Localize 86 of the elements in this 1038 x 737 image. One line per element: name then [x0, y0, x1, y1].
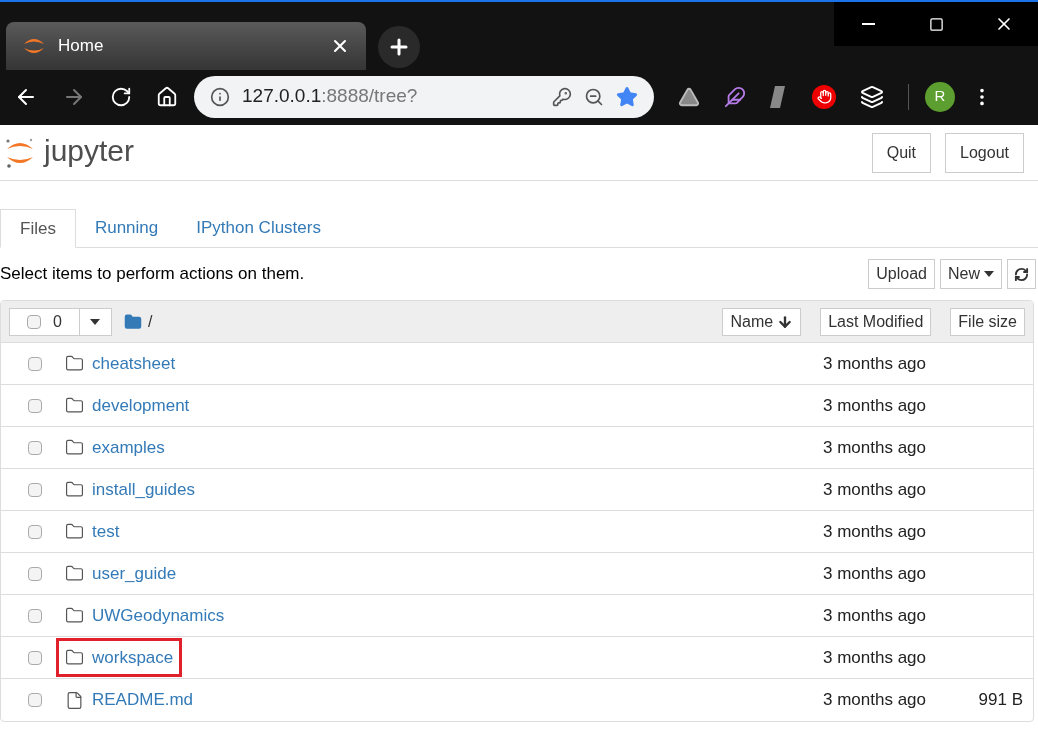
row-checkbox[interactable] [28, 566, 42, 581]
row-checkbox[interactable] [28, 398, 42, 413]
breadcrumb-path[interactable]: / [147, 309, 153, 334]
file-row[interactable]: cheatsheet 3 months ago [1, 343, 1033, 385]
size-cell-text: 991 B [977, 689, 1023, 712]
folder-icon [65, 438, 84, 457]
folder-icon [65, 522, 84, 541]
folder-icon [65, 648, 84, 667]
modified-cell-text: 3 months ago [823, 646, 926, 669]
modified-cell-text: 3 months ago [823, 562, 926, 585]
row-checkbox[interactable] [28, 482, 42, 497]
file-link[interactable]: user_guide [92, 560, 177, 587]
layers-icon[interactable] [860, 84, 884, 109]
file-link[interactable]: test [92, 518, 120, 545]
modified-cell-text: 3 months ago [823, 394, 926, 417]
file-row[interactable]: install_guides 3 months ago [1, 469, 1033, 511]
logout-button[interactable]: Logout [945, 132, 1024, 173]
checkbox[interactable] [27, 314, 41, 329]
row-checkbox[interactable] [28, 356, 42, 371]
new-button[interactable]: New [940, 259, 1002, 289]
refresh-icon [1014, 266, 1029, 282]
refresh-button[interactable] [1007, 259, 1036, 289]
folder-icon [65, 354, 84, 373]
feather-icon[interactable] [724, 85, 746, 108]
caret-icon [984, 271, 994, 277]
stop-hand-icon[interactable] [812, 84, 836, 109]
folder-icon [65, 606, 84, 625]
file-link[interactable]: workspace [92, 644, 174, 671]
file-row[interactable]: UWGeodynamics 3 months ago [1, 595, 1033, 637]
modified-cell-text: 3 months ago [823, 689, 926, 712]
address-bar[interactable]: 127.0.0.1:8888/tree? [194, 75, 654, 118]
slanted-block-icon[interactable] [770, 85, 788, 108]
sort-button[interactable]: Name [722, 307, 802, 336]
file-row[interactable]: development 3 months ago [1, 385, 1033, 427]
file-link[interactable]: UWGeodynamics [92, 602, 225, 629]
file-row[interactable]: README.md 3 months ago 991 B [1, 679, 1033, 721]
new-tab-button[interactable] [378, 26, 420, 68]
info-icon [210, 86, 230, 107]
key-icon[interactable] [552, 86, 572, 107]
url-text: 127.0.0.1:8888/tree? [242, 84, 419, 109]
file-row[interactable]: user_guide 3 months ago [1, 553, 1033, 595]
modified-cell-text: 3 months ago [823, 352, 926, 375]
file-link[interactable]: install_guides [92, 476, 195, 503]
selected-count: 0 [53, 311, 62, 332]
folder-icon [65, 396, 84, 415]
triangle-icon[interactable] [678, 85, 700, 108]
file-row[interactable]: examples 3 months ago [1, 427, 1033, 469]
tab[interactable]: IPython Clusters [177, 209, 340, 247]
row-checkbox[interactable] [28, 650, 42, 665]
dropdown-caret-icon [90, 318, 101, 325]
tab[interactable]: Files [0, 209, 76, 248]
file-link[interactable]: examples [92, 434, 165, 461]
row-checkbox[interactable] [28, 440, 42, 455]
tab-title: Home [58, 35, 105, 58]
file-icon [65, 690, 84, 710]
file-row[interactable]: test 3 months ago [1, 511, 1033, 553]
modified-cell-text: 3 months ago [823, 436, 926, 459]
star-icon[interactable] [616, 85, 638, 108]
sort-button[interactable]: Last Modified [820, 307, 932, 336]
folder-icon [65, 564, 84, 583]
folder-icon [65, 480, 84, 499]
arrow-down-icon [777, 313, 794, 330]
zoom-out-icon[interactable] [584, 86, 604, 107]
modified-cell-text: 3 months ago [823, 604, 926, 627]
file-link[interactable]: development [92, 392, 190, 419]
browser-tab[interactable]: Home [6, 22, 366, 70]
file-row[interactable]: workspace 3 months ago [1, 637, 1033, 679]
file-link[interactable]: README.md [92, 687, 194, 713]
folder-icon [123, 312, 142, 331]
upload-button[interactable]: Upload [868, 259, 935, 289]
row-checkbox[interactable] [28, 524, 42, 539]
modified-cell-text: 3 months ago [823, 478, 926, 501]
tab[interactable]: Running [75, 209, 178, 247]
home-icon[interactable] [156, 85, 178, 108]
file-link[interactable]: cheatsheet [92, 350, 176, 377]
minimize-icon [861, 23, 875, 25]
row-checkbox[interactable] [28, 608, 42, 623]
maximize-icon [928, 16, 944, 32]
select-all-control[interactable]: 0 [9, 307, 112, 336]
reload-icon[interactable] [110, 85, 132, 108]
app-title: jupyter [44, 133, 135, 169]
sort-button[interactable]: File size [950, 307, 1025, 336]
modified-cell-text: 3 months ago [823, 520, 926, 543]
quit-button[interactable]: Quit [871, 132, 932, 173]
instruction-text: Select items to perform actions on them. [0, 263, 305, 286]
row-checkbox[interactable] [28, 693, 42, 707]
